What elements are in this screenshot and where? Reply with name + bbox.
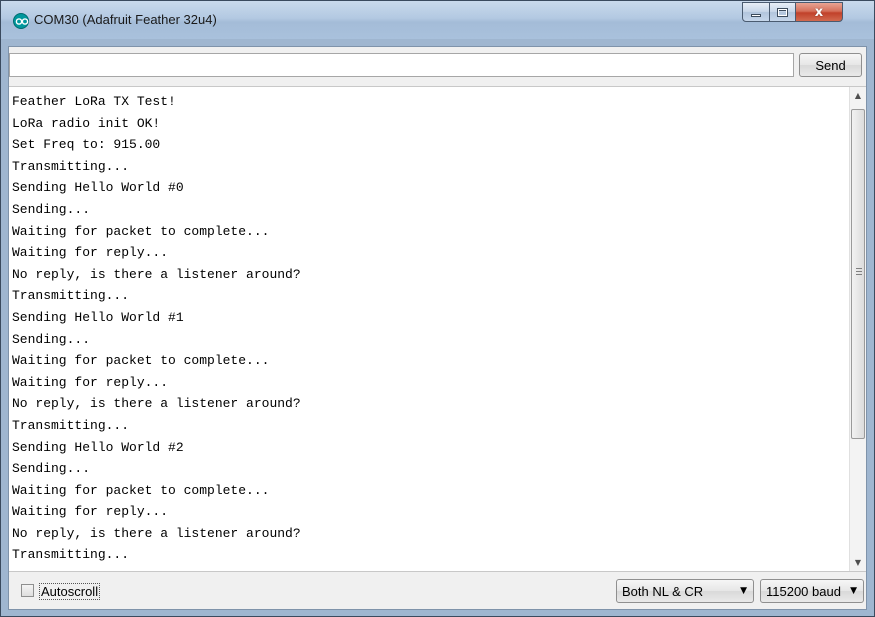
output-line: Waiting for packet to complete... [12,353,270,369]
output-line: Set Freq to: 915.00 [12,137,161,153]
output-line: Waiting for reply... [12,245,169,261]
output-line: No reply, is there a listener around? [12,525,301,541]
window-title: COM30 (Adafruit Feather 32u4) [34,12,217,27]
chevron-down-icon: ▼ [850,586,857,596]
output-line: Transmitting... [12,547,130,563]
output-line: Feather LoRa TX Test! [12,94,176,109]
scroll-down-icon[interactable]: ▼ [850,554,866,571]
maximize-button[interactable] [769,2,796,22]
output-line: Waiting for reply... [12,374,169,390]
send-button[interactable]: Send [799,53,862,77]
vertical-scrollbar[interactable]: ▲ ▼ [849,87,866,571]
client-area: Send Feather LoRa TX Test! LoRa radio ini… [8,46,867,610]
output-line: Sending Hello World #1 [12,309,184,325]
output-lines: Feather LoRa TX Test! LoRa radio init OK!… [12,91,846,566]
output-line: No reply, is there a listener around? [12,396,301,412]
output-line: Waiting for packet to complete... [12,482,270,498]
output-line: Waiting for reply... [12,504,169,520]
autoscroll-checkbox[interactable] [21,584,34,597]
arduino-icon [13,13,29,29]
output-line: Sending... [12,201,91,217]
output-line: Transmitting... [12,417,130,433]
output-line: LoRa radio init OK! [12,115,161,131]
close-button[interactable]: x [795,2,843,22]
baud-rate-value: 115200 baud [766,584,841,599]
serial-output[interactable]: Feather LoRa TX Test! LoRa radio init OK!… [9,86,866,572]
chevron-down-icon: ▼ [740,586,747,596]
scrollbar-thumb[interactable] [851,109,865,439]
line-ending-value: Both NL & CR [622,584,704,599]
maximize-icon [777,7,788,17]
output-line: Sending Hello World #0 [12,180,184,196]
serial-send-input[interactable] [9,53,794,77]
baud-rate-select[interactable]: 115200 baud ▼ [760,579,864,603]
status-bar: Autoscroll Both NL & CR ▼ 115200 baud ▼ [9,573,866,609]
autoscroll-label[interactable]: Autoscroll [39,583,101,600]
minimize-icon [751,13,761,17]
title-bar[interactable]: COM30 (Adafruit Feather 32u4) x [1,1,874,39]
output-line: Sending... [12,331,91,347]
minimize-button[interactable] [742,2,770,22]
output-line: Sending Hello World #2 [12,439,184,455]
output-line: Transmitting... [12,158,130,174]
output-line: Waiting for packet to complete... [12,223,270,239]
output-line: Sending... [12,461,91,477]
close-icon: x [814,4,824,20]
output-line: No reply, is there a listener around? [12,266,301,282]
line-ending-select[interactable]: Both NL & CR ▼ [616,579,754,603]
serial-monitor-window: COM30 (Adafruit Feather 32u4) x Send Fea… [0,0,875,617]
grip-icon [856,268,862,275]
scroll-up-icon[interactable]: ▲ [850,87,866,104]
output-line: Transmitting... [12,288,130,304]
